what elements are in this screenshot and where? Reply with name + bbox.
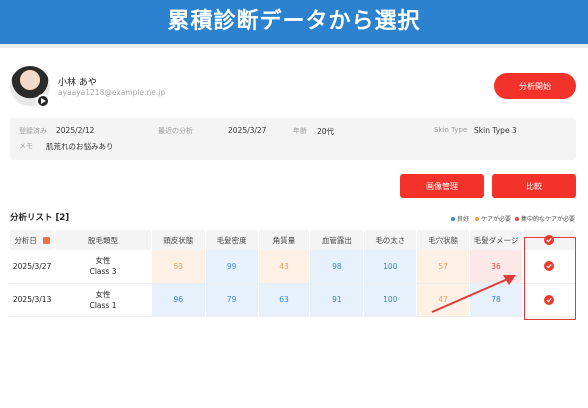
annotation-arrow [431,275,516,313]
